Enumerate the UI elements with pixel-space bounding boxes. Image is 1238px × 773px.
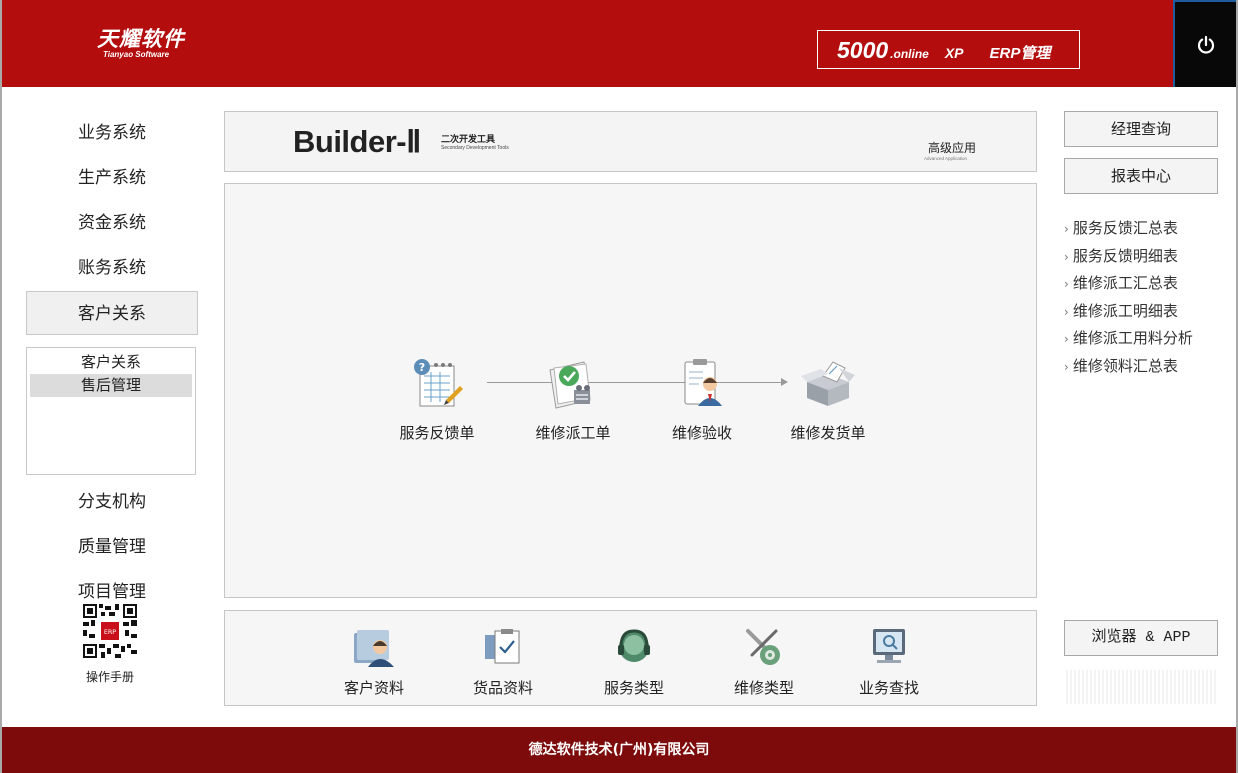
chevron-right-icon: › [1064,277,1069,291]
flow-node-dispatch-order[interactable]: 维修派工单 [523,356,623,443]
manager-query-button[interactable]: 经理查询 [1064,111,1218,147]
nav-item-production[interactable]: 生产系统 [26,156,198,200]
builder-subtitle-en: Secondary Development Tools [441,145,509,151]
advanced-app-sublabel: Advanced Application [924,156,968,161]
customer-icon [354,630,394,667]
report-link[interactable]: › 维修领料汇总表 [1064,354,1234,382]
logo-sub-text: Tianyao Software [103,50,170,59]
svg-text:ERP: ERP [104,628,116,636]
report-link[interactable]: › 服务反馈汇总表 [1064,216,1234,244]
tool-label: 货品资料 [472,679,533,697]
report-center-button[interactable]: 报表中心 [1064,158,1218,194]
flow-node-label: 维修发货单 [790,424,866,442]
power-button[interactable] [1173,0,1236,87]
repair-tools-icon [746,629,780,665]
flow-node-repair-acceptance[interactable]: 维修验收 [652,356,752,443]
chevron-right-icon: › [1064,222,1069,236]
svg-text:?: ? [419,361,425,374]
report-link-label: 维修派工用料分析 [1072,329,1193,347]
bottom-toolbar: 客户资料 货品资料 服务类型 维修类型 业务查找 [224,610,1037,706]
faint-watermark-text [1066,670,1216,704]
product-online: .online [890,47,929,61]
submenu-item-customer-relations[interactable]: 客户关系 [30,351,192,374]
nav-item-quality[interactable]: 质量管理 [26,525,198,569]
tool-label: 业务查找 [858,679,919,697]
browser-app-button[interactable]: 浏览器 & APP [1064,620,1218,656]
workflow-panel: ? 服务反馈单 维修派工单 维修验收 维修发货单 [224,183,1037,598]
header-bar: 天耀软件 Tianyao Software 5000 .online XP ER… [2,0,1236,87]
dispatch-order-icon [549,361,591,409]
advanced-app-label[interactable]: 高级应用 [928,139,976,156]
report-link-label: 维修派工汇总表 [1072,274,1178,292]
nav-item-funds[interactable]: 资金系统 [26,201,198,245]
qr-code-icon[interactable]: ERP [83,604,137,658]
power-icon [1197,35,1214,53]
report-link-label: 服务反馈汇总表 [1072,219,1178,237]
flow-node-repair-shipping[interactable]: 维修发货单 [778,356,878,443]
footer-bar: 德达软件技术(广州)有限公司 [2,727,1236,773]
company-logo: 天耀软件 Tianyao Software [97,28,185,59]
tool-service-type[interactable]: 服务类型 [589,627,679,698]
flow-node-label: 维修派工单 [535,424,611,442]
report-link[interactable]: › 维修派工用料分析 [1064,326,1234,354]
goods-icon [485,629,520,664]
submenu-item-after-sales[interactable]: 售后管理 [30,374,192,397]
tool-label: 客户资料 [343,679,404,697]
report-link-label: 服务反馈明细表 [1072,246,1178,265]
service-headset-icon [618,629,650,662]
chevron-right-icon: › [1064,249,1069,264]
tool-repair-type[interactable]: 维修类型 [719,627,809,698]
tool-label: 服务类型 [603,679,664,697]
tool-business-search[interactable]: 业务查找 [844,627,934,698]
flow-node-label: 服务反馈单 [399,424,475,442]
chevron-right-icon: › [1064,304,1069,319]
builder-banner: Builder-Ⅱ 二次开发工具 Secondary Development T… [224,111,1037,172]
product-erp: ERP管理 [989,45,1051,62]
flow-node-service-feedback[interactable]: ? 服务反馈单 [387,356,487,443]
nav-item-customer-relations[interactable]: 客户关系 [26,291,198,335]
product-xp: XP [944,45,964,61]
nav-item-accounting[interactable]: 账务系统 [26,246,198,290]
tool-customer-data[interactable]: 客户资料 [329,627,419,698]
feedback-form-icon: ? [414,359,463,407]
report-link-label: 维修派工明细表 [1072,301,1178,320]
builder-title: Builder-Ⅱ [293,124,421,159]
product-number: 5000 [837,37,889,63]
tool-goods-data[interactable]: 货品资料 [458,627,548,698]
report-list: › 服务反馈汇总表 › 服务反馈明细表 › 维修派工汇总表 › 维修派工明细表 › 维修派… [1064,216,1234,381]
submenu-panel: 客户关系 售后管理 [26,347,196,475]
search-monitor-icon [873,629,905,663]
manual-label[interactable]: 操作手册 [62,668,158,685]
builder-subtitle-cn: 二次开发工具 [441,135,496,145]
report-link[interactable]: › 维修派工汇总表 [1064,271,1234,299]
footer-company: 德达软件技术(广州)有限公司 [528,742,710,758]
app-window: 天耀软件 Tianyao Software 5000 .online XP ER… [0,0,1238,773]
nav-item-branches[interactable]: 分支机构 [26,480,198,524]
report-link[interactable]: › 维修派工明细表 [1064,299,1234,327]
chevron-right-icon: › [1064,332,1069,346]
logo-main-text: 天耀软件 [97,27,185,51]
report-link[interactable]: › 服务反馈明细表 [1064,244,1234,272]
chevron-right-icon: › [1064,359,1069,374]
report-link-label: 维修领料汇总表 [1072,356,1178,375]
acceptance-icon [684,359,722,406]
nav-item-business[interactable]: 业务系统 [26,111,198,155]
product-badge: 5000 .online XP ERP管理 [817,30,1080,69]
tool-label: 维修类型 [733,679,794,697]
flow-node-label: 维修验收 [671,424,732,442]
shipping-box-icon [801,361,855,406]
